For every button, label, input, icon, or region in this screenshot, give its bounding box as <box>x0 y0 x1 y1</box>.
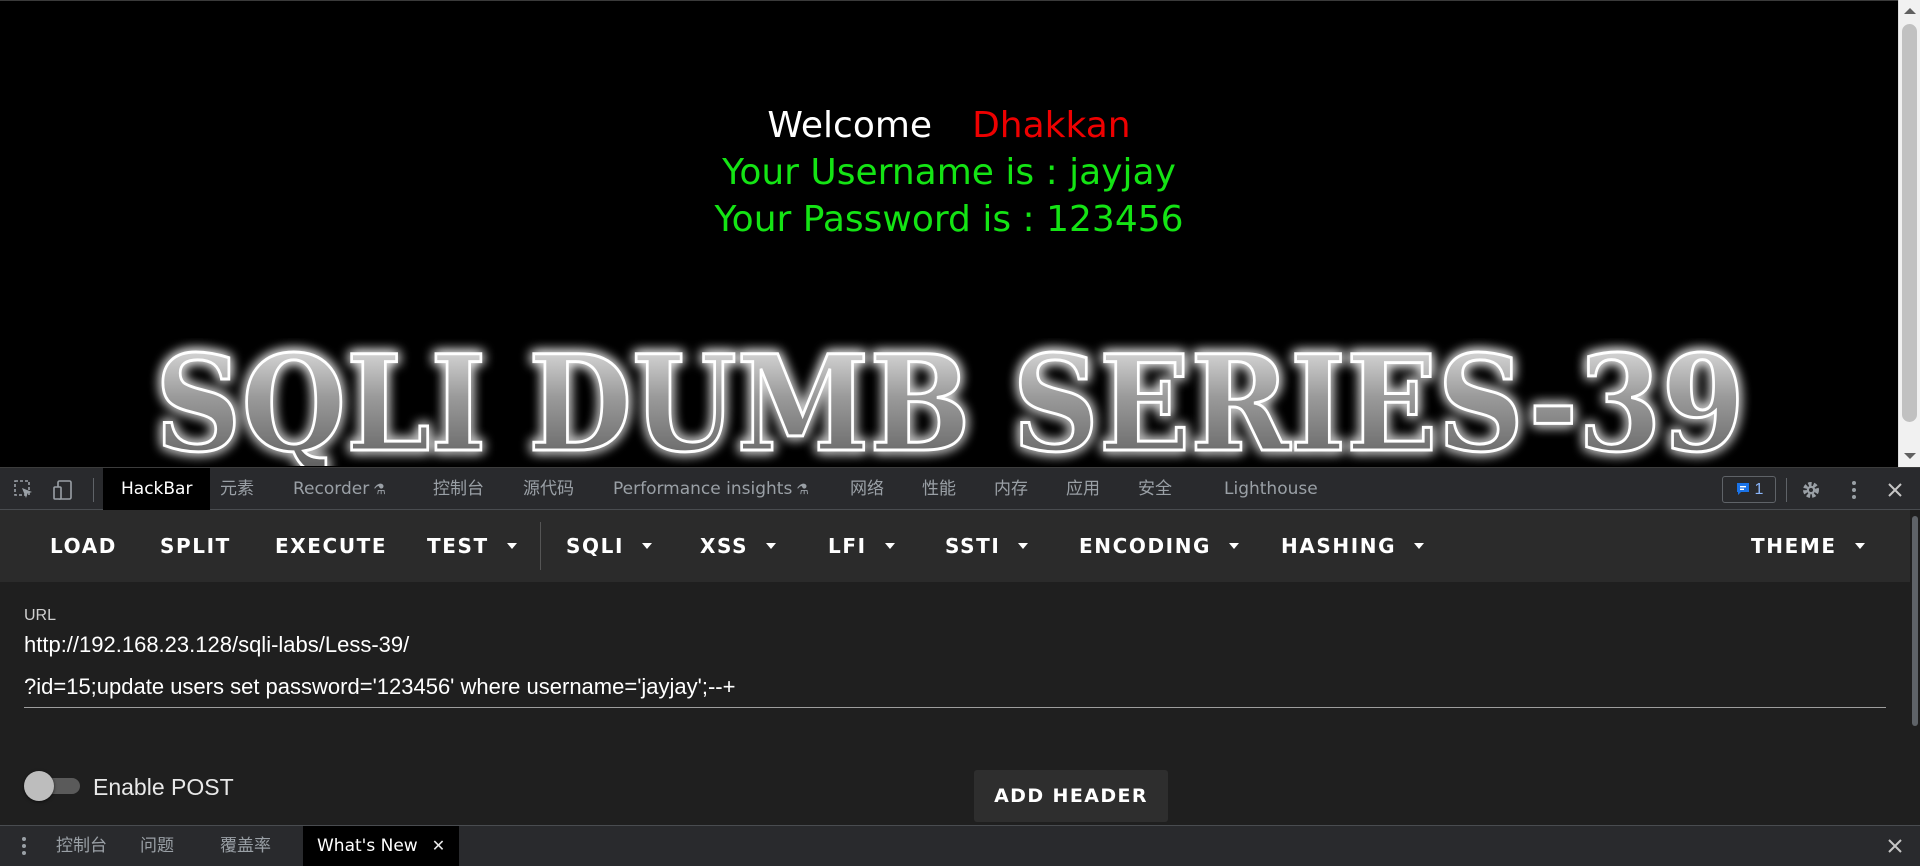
issues-icon <box>1736 483 1749 495</box>
gear-icon[interactable] <box>1800 479 1822 501</box>
lfi-menu[interactable]: LFI <box>828 510 895 582</box>
toggle-knob[interactable] <box>24 771 54 801</box>
experimental-flask-icon: ⚗ <box>796 482 809 498</box>
tab-performance[interactable]: 性能 <box>922 468 956 510</box>
tab-elements[interactable]: 元素 <box>220 468 254 510</box>
dropdown-caret-icon <box>506 543 517 549</box>
welcome-line: Welcome Dhakkan <box>0 105 1898 146</box>
tab-recorder[interactable]: Recorder ⚗ <box>293 468 386 510</box>
issues-count: 1 <box>1754 481 1764 498</box>
drawer-tab-console[interactable]: 控制台 <box>56 826 107 866</box>
dropdown-caret-icon <box>1854 543 1865 549</box>
hackbar-scrollbar[interactable] <box>1910 510 1920 840</box>
load-button[interactable]: LOAD <box>50 510 117 582</box>
tab-separator <box>93 478 94 502</box>
tab-security[interactable]: 安全 <box>1138 468 1172 510</box>
test-menu[interactable]: TEST <box>427 510 517 582</box>
url-label: URL <box>24 607 57 624</box>
hackbar-body: URL http://192.168.23.128/sqli-labs/Less… <box>0 582 1910 840</box>
tab-recorder-label: Recorder <box>293 479 370 499</box>
tab-console[interactable]: 控制台 <box>433 468 484 510</box>
theme-menu-label: THEME <box>1751 534 1837 558</box>
close-tab-icon[interactable]: ✕ <box>432 836 445 855</box>
page-viewport: Welcome Dhakkan Your Username is : jayjay… <box>0 0 1920 467</box>
welcome-text: Welcome <box>767 105 933 146</box>
tab-hackbar[interactable]: HackBar <box>103 468 211 510</box>
hashing-menu[interactable]: HASHING <box>1281 510 1425 582</box>
scroll-down-icon[interactable] <box>1904 453 1916 459</box>
welcome-name: Dhakkan <box>972 105 1131 146</box>
execute-button[interactable]: EXECUTE <box>275 510 387 582</box>
hashing-menu-label: HASHING <box>1281 534 1397 558</box>
hackbar-toolbar: LOAD SPLIT EXECUTE TEST SQLI XSS LFI SST… <box>0 510 1910 582</box>
tab-separator <box>1786 478 1787 502</box>
close-devtools-icon[interactable] <box>1884 479 1906 501</box>
url-input-line-1[interactable]: http://192.168.23.128/sqli-labs/Less-39/ <box>24 632 409 658</box>
xss-menu[interactable]: XSS <box>700 510 777 582</box>
tab-performance-insights[interactable]: Performance insights ⚗ <box>613 468 809 510</box>
page-scrollbar-thumb[interactable] <box>1902 24 1917 422</box>
tab-performance-insights-label: Performance insights <box>613 479 793 499</box>
dropdown-caret-icon <box>1229 543 1240 549</box>
sqli-menu[interactable]: SQLI <box>566 510 652 582</box>
inspect-element-icon[interactable] <box>13 479 35 501</box>
scroll-up-icon[interactable] <box>1904 8 1916 14</box>
dropdown-caret-icon <box>1414 543 1425 549</box>
sqli-banner-logo: SQLI DUMB SERIES-39 <box>154 338 1747 466</box>
more-vert-icon[interactable] <box>1843 479 1865 501</box>
hackbar-scrollbar-thumb[interactable] <box>1912 516 1918 726</box>
tab-network[interactable]: 网络 <box>850 468 884 510</box>
tab-sources[interactable]: 源代码 <box>523 468 574 510</box>
drawer-tab-issues[interactable]: 问题 <box>140 826 174 866</box>
dropdown-caret-icon <box>884 543 895 549</box>
test-menu-label: TEST <box>427 534 489 558</box>
username-line: Your Username is : jayjay <box>722 152 1176 193</box>
url-input-underline <box>24 707 1886 708</box>
url-input-line-2[interactable]: ?id=15;update users set password='123456… <box>24 674 735 700</box>
encoding-menu[interactable]: ENCODING <box>1079 510 1240 582</box>
sqli-menu-label: SQLI <box>566 534 624 558</box>
tab-application[interactable]: 应用 <box>1066 468 1100 510</box>
theme-menu[interactable]: THEME <box>1751 510 1865 582</box>
dropdown-caret-icon <box>1018 543 1029 549</box>
experimental-flask-icon: ⚗ <box>373 482 386 498</box>
drawer-tab-whats-new[interactable]: What's New ✕ <box>303 826 460 866</box>
dropdown-caret-icon <box>766 543 777 549</box>
lfi-menu-label: LFI <box>828 534 867 558</box>
password-line: Your Password is : 123456 <box>714 199 1184 240</box>
drawer-more-icon[interactable] <box>13 835 35 857</box>
tab-lighthouse[interactable]: Lighthouse <box>1224 468 1318 510</box>
viewport-border <box>0 0 1898 1</box>
toolbar-separator <box>540 522 541 570</box>
drawer-tab-whats-new-label: What's New <box>317 836 418 856</box>
close-drawer-icon[interactable] <box>1884 835 1906 857</box>
encoding-menu-label: ENCODING <box>1079 534 1212 558</box>
tab-memory[interactable]: 内存 <box>994 468 1028 510</box>
dropdown-caret-icon <box>642 543 652 549</box>
ssti-menu-label: SSTI <box>945 534 1001 558</box>
enable-post-toggle[interactable] <box>24 771 80 801</box>
device-toolbar-icon[interactable] <box>52 479 74 501</box>
drawer-tab-coverage[interactable]: 覆盖率 <box>220 826 271 866</box>
xss-menu-label: XSS <box>700 534 749 558</box>
banner-text: SQLI DUMB SERIES-39 <box>155 338 1745 466</box>
devtools-tabbar: HackBar 元素 Recorder ⚗ 控制台 源代码 Performance… <box>0 467 1920 510</box>
issues-counter-button[interactable]: 1 <box>1722 476 1776 503</box>
devtools-drawer: 控制台 问题 覆盖率 What's New ✕ <box>0 825 1920 866</box>
split-button[interactable]: SPLIT <box>160 510 231 582</box>
ssti-menu[interactable]: SSTI <box>945 510 1029 582</box>
page-scrollbar[interactable] <box>1898 0 1920 467</box>
add-header-button[interactable]: ADD HEADER <box>974 770 1168 822</box>
devtools-panel: HackBar 元素 Recorder ⚗ 控制台 源代码 Performance… <box>0 467 1920 866</box>
enable-post-label: Enable POST <box>93 774 234 800</box>
